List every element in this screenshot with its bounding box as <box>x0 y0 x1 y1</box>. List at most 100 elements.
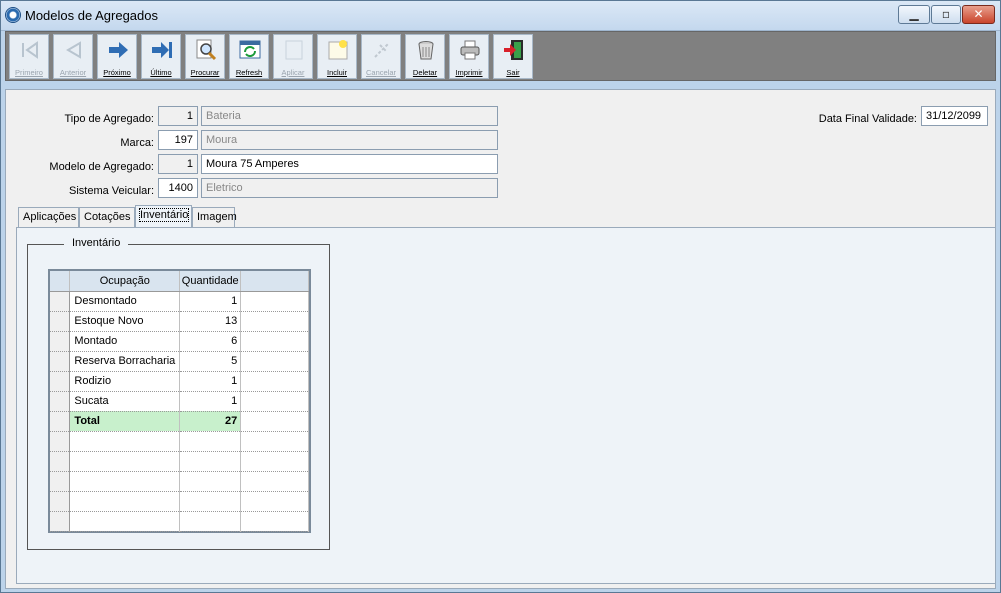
quantidade-cell[interactable]: 1 <box>179 371 242 392</box>
empty-cell <box>240 491 309 512</box>
exit-door-icon <box>504 40 523 60</box>
refresh-button[interactable]: Refresh <box>229 34 269 79</box>
ocupacao-cell[interactable]: Estoque Novo <box>69 311 181 332</box>
table-row[interactable]: Estoque Novo 13 <box>50 311 309 332</box>
empty-cell[interactable] <box>69 451 181 472</box>
ocupacao-header[interactable]: Ocupação <box>69 271 181 292</box>
table-row[interactable]: Sucata 1 <box>50 391 309 412</box>
ocupacao-cell[interactable]: Desmontado <box>69 291 181 312</box>
ocupacao-cell[interactable]: Sucata <box>69 391 181 412</box>
empty-row[interactable] <box>50 431 309 452</box>
quantidade-header[interactable]: Quantidade <box>179 271 242 292</box>
maximize-button[interactable]: ▫ <box>931 5 961 24</box>
row-indicator[interactable] <box>50 471 71 492</box>
restore-icon: ▫ <box>941 7 951 21</box>
last-record-icon <box>152 42 172 58</box>
ocupacao-cell[interactable]: Reserva Borracharia <box>69 351 181 372</box>
refresh-icon <box>239 40 261 59</box>
table-row[interactable]: Desmontado 1 <box>50 291 309 312</box>
add-button[interactable]: Incluir <box>317 34 357 79</box>
quantidade-cell[interactable]: 6 <box>179 331 242 352</box>
form-panel: Tipo de Agregado: 1 Bateria Marca: 197 M… <box>5 89 996 589</box>
empty-cell <box>240 331 309 352</box>
delete-label: Deletar <box>412 68 438 77</box>
quantidade-cell[interactable]: 1 <box>179 291 242 312</box>
empty-cell[interactable] <box>179 451 242 472</box>
ocupacao-cell[interactable]: Rodizio <box>69 371 181 392</box>
ocupacao-cell[interactable]: Montado <box>69 331 181 352</box>
empty-cell[interactable] <box>179 491 242 512</box>
empty-cell <box>240 451 309 472</box>
previous-button[interactable]: Anterior <box>53 34 93 79</box>
marca-label: Marca: <box>120 137 154 149</box>
empty-row[interactable] <box>50 451 309 472</box>
close-button[interactable]: ✕ <box>962 5 995 24</box>
marca-code-field[interactable]: 197 <box>158 130 198 150</box>
empty-cell[interactable] <box>179 431 242 452</box>
refresh-label: Refresh <box>235 68 263 77</box>
row-indicator[interactable] <box>50 511 71 532</box>
row-indicator[interactable] <box>50 431 71 452</box>
row-indicator[interactable] <box>50 371 71 392</box>
empty-cell[interactable] <box>179 511 242 532</box>
next-button[interactable]: Próximo <box>97 34 137 79</box>
empty-cell[interactable] <box>69 511 181 532</box>
total-value-cell: 27 <box>179 411 242 432</box>
table-row[interactable]: Reserva Borracharia 5 <box>50 351 309 372</box>
cancel-icon <box>374 42 390 58</box>
search-button[interactable]: Procurar <box>185 34 225 79</box>
validade-field[interactable]: 31/12/2099 <box>921 106 988 126</box>
cancel-label: Cancelar <box>365 68 396 77</box>
empty-cell[interactable] <box>69 431 181 452</box>
row-indicator[interactable] <box>50 391 71 412</box>
row-indicator[interactable] <box>50 331 71 352</box>
table-row[interactable]: Montado 6 <box>50 331 309 352</box>
row-indicator[interactable] <box>50 451 71 472</box>
table-row[interactable]: Rodizio 1 <box>50 371 309 392</box>
tab-cotacoes[interactable]: Cotações <box>79 207 135 227</box>
quantidade-cell[interactable]: 13 <box>179 311 242 332</box>
apply-label: Aplicar <box>281 68 305 77</box>
empty-cell[interactable] <box>69 471 181 492</box>
apply-icon <box>285 40 303 60</box>
exit-label: Sair <box>506 68 520 77</box>
row-indicator[interactable] <box>50 291 71 312</box>
last-label: Último <box>150 68 172 77</box>
tab-inventario[interactable]: Inventário <box>135 205 192 227</box>
minimize-button[interactable]: ▁ <box>898 5 930 24</box>
row-indicator[interactable] <box>50 311 71 332</box>
tab-aplicacoes[interactable]: Aplicações <box>18 207 79 227</box>
grid-header-row: Ocupação Quantidade <box>50 271 309 292</box>
first-button[interactable]: Primeiro <box>9 34 49 79</box>
tipo-code-field[interactable]: 1 <box>158 106 198 126</box>
row-indicator[interactable] <box>50 351 71 372</box>
cancel-button[interactable]: Cancelar <box>361 34 401 79</box>
quantidade-cell[interactable]: 1 <box>179 391 242 412</box>
title-bar[interactable]: Modelos de Agregados ▁ ▫ ✕ <box>1 1 1000 31</box>
toolbar: Primeiro Anterior Próximo Último Procura… <box>5 31 996 81</box>
empty-row[interactable] <box>50 471 309 492</box>
apply-button[interactable]: Aplicar <box>273 34 313 79</box>
print-button[interactable]: Imprimir <box>449 34 489 79</box>
inventario-tab-page: Inventário Ocupação Quantidade Desmontad… <box>16 227 996 584</box>
sistema-code-field[interactable]: 1400 <box>158 178 198 198</box>
inventory-grid[interactable]: Ocupação Quantidade Desmontado 1 Estoque… <box>48 269 311 533</box>
exit-button[interactable]: Sair <box>493 34 533 79</box>
quantidade-cell[interactable]: 5 <box>179 351 242 372</box>
last-button[interactable]: Último <box>141 34 181 79</box>
row-indicator[interactable] <box>50 411 71 432</box>
empty-cell[interactable] <box>69 491 181 512</box>
tab-imagem[interactable]: Imagem <box>192 207 237 227</box>
empty-cell <box>240 471 309 492</box>
modelo-desc-field[interactable]: Moura 75 Amperes <box>201 154 498 174</box>
row-indicator[interactable] <box>50 491 71 512</box>
empty-row[interactable] <box>50 491 309 512</box>
empty-row[interactable] <box>50 511 309 532</box>
modelo-code-field[interactable]: 1 <box>158 154 198 174</box>
close-icon: ✕ <box>973 7 984 21</box>
empty-cell[interactable] <box>179 471 242 492</box>
total-row[interactable]: Total 27 <box>50 411 309 432</box>
delete-button[interactable]: Deletar <box>405 34 445 79</box>
modelo-label: Modelo de Agregado: <box>49 161 154 173</box>
app-icon <box>5 7 21 23</box>
